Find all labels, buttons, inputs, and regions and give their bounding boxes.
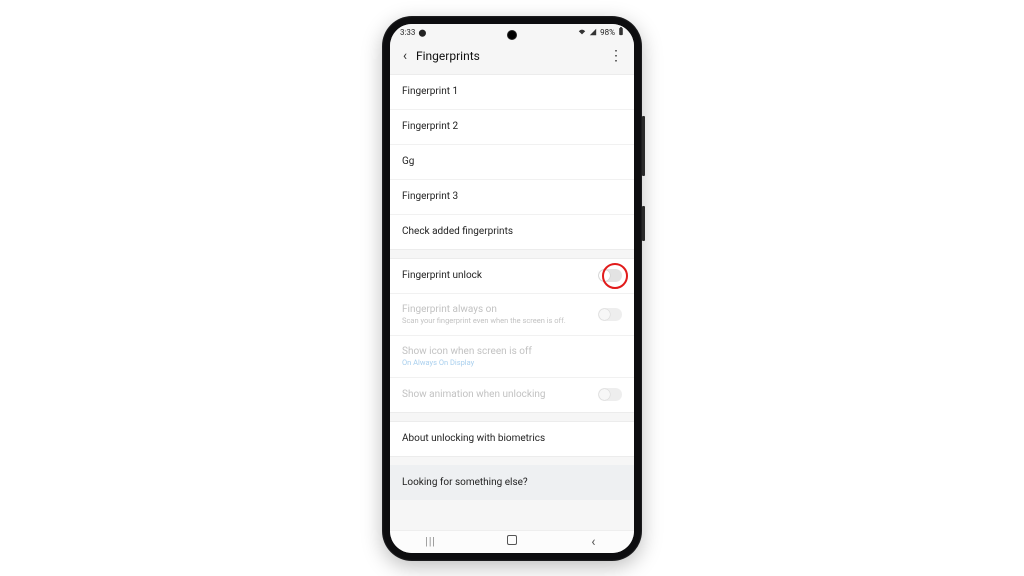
- fingerprint-unlock-toggle[interactable]: [598, 269, 622, 282]
- power-button: [642, 206, 645, 241]
- fingerprint-item[interactable]: Gg: [390, 145, 634, 180]
- fingerprint-list-group: Fingerprint 1 Fingerprint 2 Gg Fingerpri…: [390, 74, 634, 250]
- option-subtext: Scan your fingerprint even when the scre…: [402, 316, 598, 325]
- fingerprint-item[interactable]: Fingerprint 3: [390, 180, 634, 215]
- fingerprint-label: Gg: [402, 156, 414, 167]
- looking-for-something[interactable]: Looking for something else?: [390, 465, 634, 500]
- back-button[interactable]: ‹: [396, 48, 414, 64]
- fingerprint-label: Fingerprint 2: [402, 121, 458, 132]
- option-label: About unlocking with biometrics: [402, 433, 545, 444]
- fingerprint-item[interactable]: Fingerprint 2: [390, 110, 634, 145]
- wifi-icon: [578, 28, 586, 38]
- recents-button[interactable]: |||: [411, 535, 451, 548]
- fingerprint-label: Check added fingerprints: [402, 226, 513, 237]
- phone-screen: 3:33 ⬤ 98% ‹ Fing: [390, 24, 634, 553]
- nav-bar: ||| ‹: [390, 530, 634, 553]
- home-icon: [507, 535, 517, 545]
- fingerprint-item[interactable]: Fingerprint 1: [390, 75, 634, 110]
- fingerprint-unlock-row[interactable]: Fingerprint unlock: [390, 259, 634, 294]
- unlock-options-group: Fingerprint unlock Fingerprint always on…: [390, 258, 634, 413]
- more-button[interactable]: ⋮: [607, 48, 624, 64]
- fingerprint-always-on-row: Fingerprint always on Scan your fingerpr…: [390, 294, 634, 336]
- nav-back-button[interactable]: ‹: [573, 534, 613, 550]
- volume-button: [642, 116, 645, 176]
- about-group: About unlocking with biometrics: [390, 421, 634, 457]
- front-camera: [507, 30, 517, 40]
- check-fingerprints-item[interactable]: Check added fingerprints: [390, 215, 634, 249]
- recording-icon: ⬤: [418, 29, 426, 37]
- stage: 3:33 ⬤ 98% ‹ Fing: [0, 0, 1024, 576]
- option-label: Fingerprint always on: [402, 304, 598, 315]
- signal-icon: [589, 28, 597, 38]
- footer-label: Looking for something else?: [402, 477, 528, 488]
- app-bar: ‹ Fingerprints ⋮: [390, 42, 634, 74]
- option-label: Show animation when unlocking: [402, 389, 546, 400]
- option-link: On Always On Display: [402, 358, 622, 367]
- settings-content: Fingerprint 1 Fingerprint 2 Gg Fingerpri…: [390, 74, 634, 530]
- page-title: Fingerprints: [416, 49, 607, 63]
- show-animation-toggle: [598, 388, 622, 401]
- battery-percent: 98%: [600, 28, 615, 37]
- phone-frame: 3:33 ⬤ 98% ‹ Fing: [382, 16, 642, 561]
- status-time: 3:33: [400, 28, 415, 37]
- fingerprint-label: Fingerprint 1: [402, 86, 458, 97]
- fingerprint-label: Fingerprint 3: [402, 191, 458, 202]
- show-animation-row: Show animation when unlocking: [390, 378, 634, 412]
- always-on-toggle: [598, 308, 622, 321]
- option-label: Show icon when screen is off: [402, 346, 622, 357]
- about-biometrics-row[interactable]: About unlocking with biometrics: [390, 422, 634, 456]
- home-button[interactable]: [492, 535, 532, 548]
- battery-icon: [618, 27, 624, 38]
- show-icon-row: Show icon when screen is off On Always O…: [390, 336, 634, 378]
- option-label: Fingerprint unlock: [402, 270, 482, 281]
